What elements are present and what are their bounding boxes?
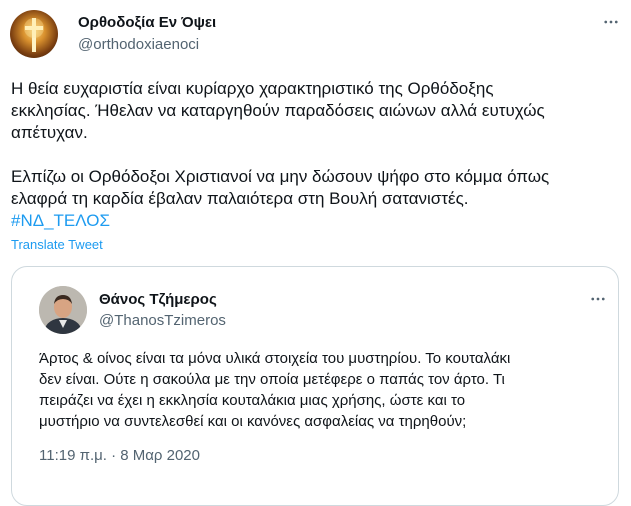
person-portrait-image	[39, 286, 87, 334]
tweet-text-line: Η θεία ευχαριστία είναι κυρίαρχο χαρακτη…	[11, 79, 494, 98]
tweet-text-line: Ελπίζω οι Ορθόδοξοι Χριστιανοί να μην δώ…	[11, 167, 550, 186]
more-horizontal-icon[interactable]	[601, 12, 621, 32]
author-handle[interactable]: @orthodoxiaenoci	[78, 36, 199, 53]
quoted-tweet-card[interactable]: Θάνος Τζήμερος @ThanosTzimeros Άρτος & ο…	[11, 266, 619, 506]
author-display-name[interactable]: Ορθοδοξία Εν Όψει	[78, 14, 216, 31]
quoted-author-handle[interactable]: @ThanosTzimeros	[99, 312, 226, 329]
author-avatar[interactable]	[10, 10, 58, 58]
quoted-text-line: πειράζει να έχει η εκκλησία κουταλάκια μ…	[39, 392, 466, 409]
cross-candle-image	[24, 18, 44, 52]
quoted-text-line: μυστήριο να συντελεσθεί και οι κανόνες α…	[39, 413, 467, 430]
quoted-tweet-text: Άρτος & οίνος είναι τα μόνα υλικά στοιχε…	[39, 348, 599, 432]
tweet: Ορθοδοξία Εν Όψει @orthodoxiaenoci Η θεί…	[0, 0, 631, 506]
quoted-text-line: δεν είναι. Ούτε η σακούλα με την οποία μ…	[39, 371, 505, 388]
more-horizontal-icon[interactable]	[588, 289, 608, 309]
quoted-tweet-timestamp[interactable]: 11:19 π.μ. · 8 Μαρ 2020	[39, 447, 200, 464]
quoted-text-line: Άρτος & οίνος είναι τα μόνα υλικά στοιχε…	[39, 350, 511, 367]
tweet-text-line: απέτυχαν.	[11, 123, 88, 142]
quoted-author-avatar[interactable]	[39, 286, 87, 334]
hashtag-link[interactable]: #ΝΔ_ΤΕΛΟΣ	[11, 210, 611, 232]
quoted-author-display-name[interactable]: Θάνος Τζήμερος	[99, 291, 217, 308]
tweet-text: Η θεία ευχαριστία είναι κυρίαρχο χαρακτη…	[11, 78, 611, 232]
translate-tweet-link[interactable]: Translate Tweet	[11, 237, 103, 252]
tweet-text-line: ελαφρά τη καρδία έβαλαν παλαιότερα στη Β…	[11, 189, 469, 208]
tweet-text-line: εκκλησίας. Ήθελαν να καταργηθούν παραδόσ…	[11, 101, 545, 120]
